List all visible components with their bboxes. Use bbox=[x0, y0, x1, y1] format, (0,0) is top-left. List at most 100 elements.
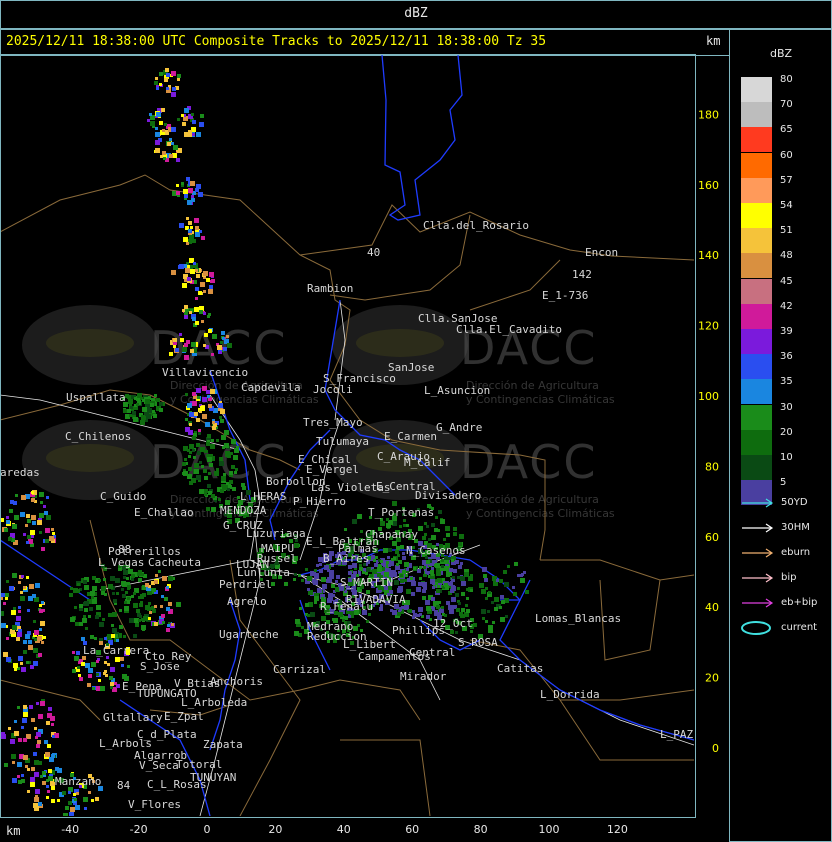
echo-pixel bbox=[193, 456, 196, 459]
echo-pixel bbox=[189, 481, 193, 485]
echo-pixel bbox=[31, 535, 34, 538]
place-label: Luzuriaga bbox=[246, 527, 306, 540]
echo-pixel bbox=[294, 573, 297, 576]
echo-pixel bbox=[436, 605, 440, 609]
echo-pixel bbox=[82, 618, 87, 623]
echo-pixel bbox=[191, 113, 194, 116]
watermark-line1-4: Dirección de Agricultura bbox=[466, 493, 599, 506]
echo-pixel bbox=[426, 525, 429, 528]
echo-pixel bbox=[194, 412, 198, 416]
echo-pixel bbox=[171, 92, 176, 97]
echo-pixel bbox=[198, 432, 201, 435]
echo-pixel bbox=[179, 264, 184, 269]
echo-pixel bbox=[332, 594, 335, 597]
place-label: La_Carrera bbox=[83, 644, 149, 657]
echo-pixel bbox=[75, 805, 80, 810]
echo-pixel bbox=[321, 577, 326, 582]
y-tick-label: 120 bbox=[698, 320, 719, 333]
echo-pixel bbox=[501, 600, 505, 604]
echo-pixel bbox=[152, 588, 156, 592]
echo-pixel bbox=[206, 507, 210, 511]
echo-pixel bbox=[446, 573, 450, 577]
echo-pixel bbox=[457, 576, 460, 579]
place-label: Divisadero bbox=[415, 489, 481, 502]
echo-pixel bbox=[513, 592, 517, 596]
echo-pixel bbox=[26, 514, 30, 518]
echo-pixel bbox=[128, 399, 133, 404]
echo-pixel bbox=[123, 576, 126, 579]
echo-pixel bbox=[397, 554, 400, 557]
echo-pixel bbox=[186, 177, 190, 181]
echo-pixel bbox=[312, 579, 316, 583]
echo-pixel bbox=[219, 416, 222, 419]
echo-pixel bbox=[171, 127, 176, 132]
place-label: L_HERAS bbox=[240, 490, 286, 503]
y-tick-label: 20 bbox=[705, 672, 719, 685]
echo-pixel bbox=[182, 347, 187, 352]
echo-pixel bbox=[92, 586, 97, 591]
echo-pixel bbox=[145, 605, 150, 610]
echo-pixel bbox=[438, 601, 441, 604]
echo-pixel bbox=[294, 631, 299, 636]
echo-pixel bbox=[136, 403, 139, 406]
echo-pixel bbox=[1, 734, 6, 739]
echo-pixel bbox=[214, 471, 219, 476]
echo-pixel bbox=[520, 578, 525, 583]
echo-pixel bbox=[450, 630, 454, 634]
echo-pixel bbox=[176, 158, 180, 162]
legend-value: 20 bbox=[780, 426, 793, 438]
echo-pixel bbox=[207, 315, 210, 318]
echo-pixel bbox=[57, 799, 60, 802]
echo-pixel bbox=[441, 559, 444, 562]
echo-pixel bbox=[184, 194, 188, 198]
echo-pixel bbox=[182, 283, 187, 288]
echo-pixel bbox=[142, 407, 147, 412]
x-tick-label: -20 bbox=[130, 823, 148, 836]
echo-pixel bbox=[12, 761, 15, 764]
echo-pixel bbox=[88, 668, 93, 673]
y-tick-label: 160 bbox=[698, 179, 719, 192]
echo-pixel bbox=[90, 591, 95, 596]
echo-pixel bbox=[126, 577, 129, 580]
echo-pixel bbox=[393, 557, 396, 560]
echo-pixel bbox=[14, 731, 19, 736]
echo-pixel bbox=[34, 727, 37, 730]
echo-pixel bbox=[424, 522, 427, 525]
echo-pixel bbox=[487, 610, 490, 613]
echo-pixel bbox=[218, 498, 221, 501]
echo-pixel bbox=[92, 576, 96, 580]
echo-pixel bbox=[23, 705, 27, 709]
echo-pixel bbox=[38, 802, 42, 806]
echo-pixel bbox=[419, 577, 422, 580]
place-label: E_Zpal bbox=[164, 710, 204, 723]
echo-pixel bbox=[192, 436, 196, 440]
echo-pixel bbox=[437, 585, 440, 588]
echo-pixel bbox=[43, 636, 46, 639]
echo-pixel bbox=[401, 606, 404, 609]
echo-pixel bbox=[41, 601, 44, 604]
echo-pixel bbox=[36, 702, 39, 705]
echo-pixel bbox=[310, 612, 315, 617]
echo-pixel bbox=[432, 586, 435, 589]
echo-pixel bbox=[6, 580, 9, 583]
y-axis-ticks: 180 160 140 120 100 80 60 40 20 0 bbox=[698, 108, 719, 755]
place-label: L_Dorrida bbox=[540, 688, 600, 701]
echo-pixel bbox=[152, 410, 155, 413]
echo-pixel bbox=[441, 565, 444, 568]
echo-pixel bbox=[216, 439, 219, 442]
echo-pixel bbox=[418, 607, 423, 612]
echo-pixel bbox=[456, 608, 460, 612]
echo-pixel bbox=[219, 461, 224, 466]
echo-pixel bbox=[206, 278, 210, 282]
radar-map[interactable]: DACC Dirección de Agricultura y Continge… bbox=[0, 0, 832, 842]
echo-pixel bbox=[195, 226, 199, 230]
echo-pixel bbox=[207, 457, 212, 462]
track-arrow-icon bbox=[742, 573, 774, 583]
echo-pixel bbox=[222, 337, 225, 340]
echo-pixel bbox=[23, 640, 27, 644]
echo-pixel bbox=[417, 614, 420, 617]
echo-pixel bbox=[216, 468, 219, 471]
legend-value: 60 bbox=[780, 149, 793, 161]
echo-pixel bbox=[425, 600, 430, 605]
echo-pixel bbox=[46, 785, 49, 788]
